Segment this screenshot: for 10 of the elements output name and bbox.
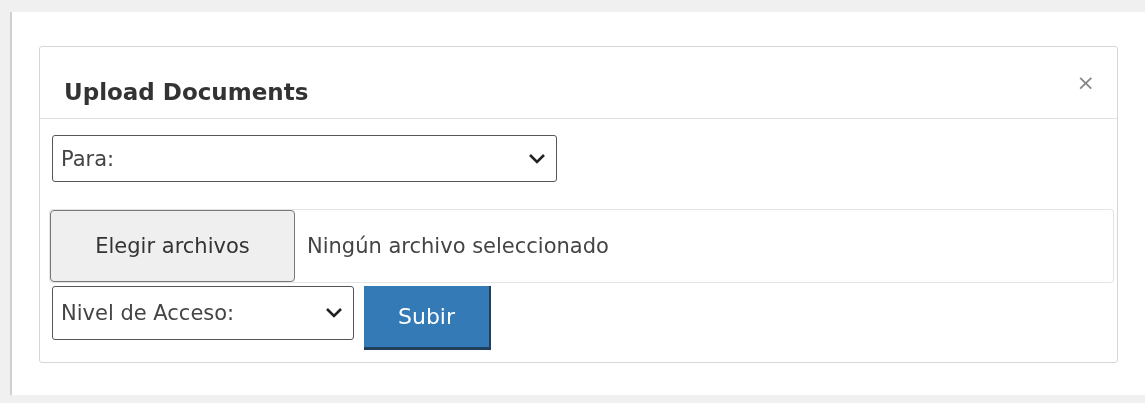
access-level-select[interactable]: Nivel de Acceso: [52, 286, 354, 340]
chevron-down-icon [528, 152, 546, 165]
upload-button[interactable]: Subir [364, 286, 491, 350]
file-input[interactable]: Elegir archivos Ningún archivo seleccionado [49, 209, 1114, 283]
close-button[interactable]: × [1076, 70, 1095, 95]
choose-files-button[interactable]: Elegir archivos [50, 210, 295, 282]
file-status: Ningún archivo seleccionado [307, 234, 609, 258]
dialog-title: Upload Documents [64, 78, 309, 105]
chevron-down-icon [325, 307, 343, 319]
recipient-select[interactable]: Para: [52, 135, 557, 182]
